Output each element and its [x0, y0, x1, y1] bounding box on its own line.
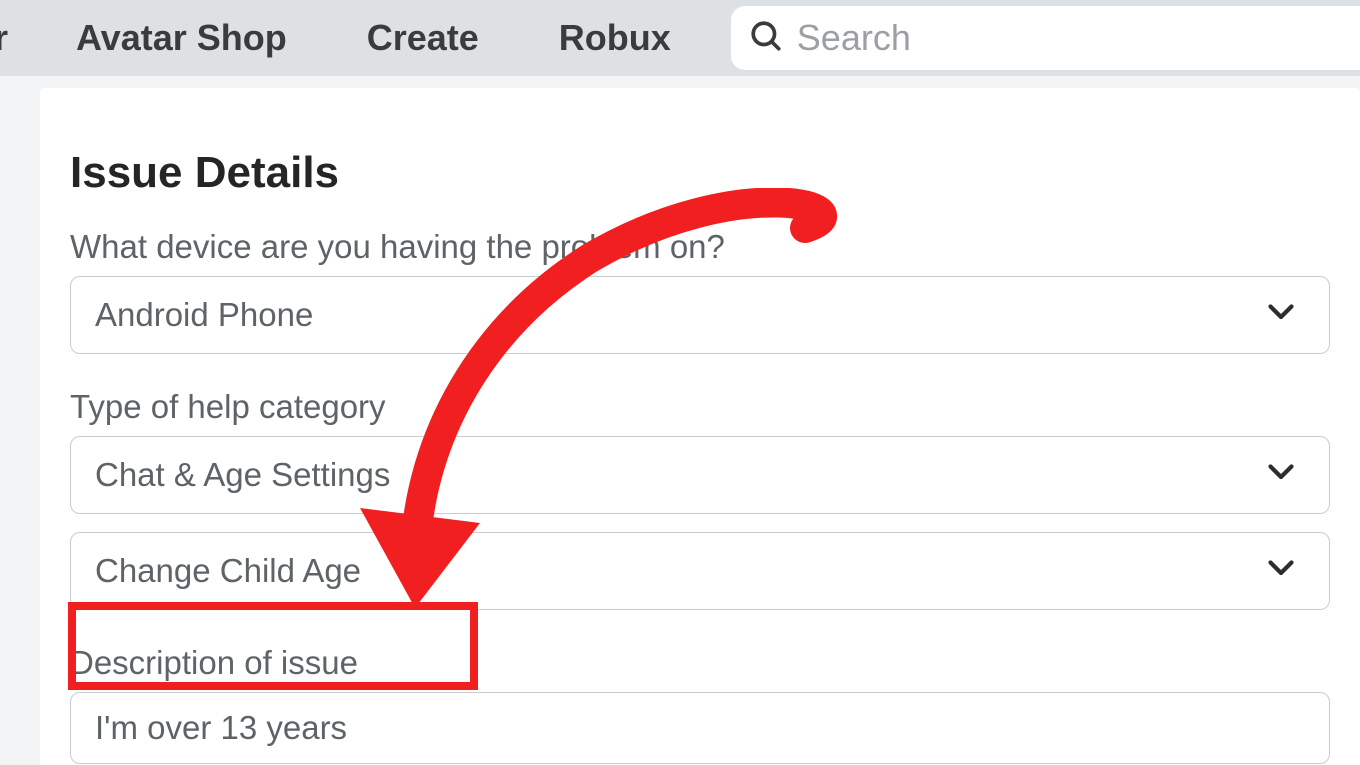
subcategory-value: Change Child Age [95, 552, 361, 590]
top-navbar: r Avatar Shop Create Robux [0, 0, 1360, 76]
description-label: Description of issue [70, 644, 1330, 682]
search-box[interactable] [731, 6, 1360, 70]
category-value: Chat & Age Settings [95, 456, 390, 494]
category-select[interactable]: Chat & Age Settings [70, 436, 1330, 514]
page-body: Issue Details What device are you having… [0, 76, 1360, 765]
chevron-down-icon [1263, 293, 1299, 337]
category-label: Type of help category [70, 388, 1330, 426]
nav-robux[interactable]: Robux [519, 17, 711, 59]
search-input[interactable] [783, 17, 1360, 59]
chevron-down-icon [1263, 549, 1299, 593]
issue-heading: Issue Details [70, 148, 1330, 198]
nav-create[interactable]: Create [327, 17, 519, 59]
nav-fragment: r [0, 17, 36, 59]
issue-form-card: Issue Details What device are you having… [40, 88, 1360, 765]
device-select[interactable]: Android Phone [70, 276, 1330, 354]
nav-avatar-shop[interactable]: Avatar Shop [36, 17, 327, 59]
device-value: Android Phone [95, 296, 313, 334]
search-icon [749, 19, 783, 58]
subcategory-select[interactable]: Change Child Age [70, 532, 1330, 610]
description-value: I'm over 13 years [95, 709, 347, 746]
chevron-down-icon [1263, 453, 1299, 497]
description-textarea[interactable]: I'm over 13 years [70, 692, 1330, 764]
device-label: What device are you having the problem o… [70, 228, 1330, 266]
